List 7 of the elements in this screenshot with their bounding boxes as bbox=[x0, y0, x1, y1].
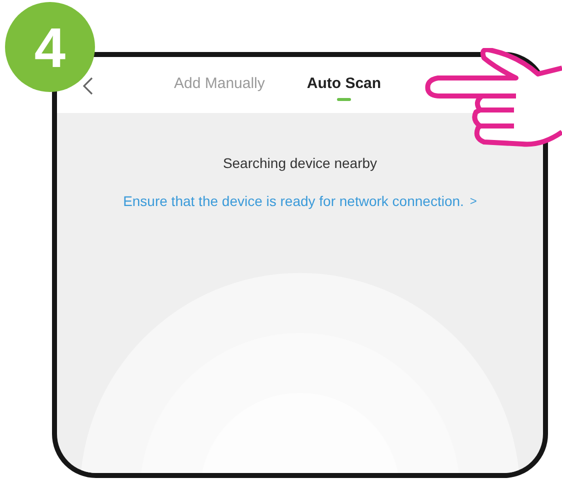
status-text: Searching device nearby bbox=[222, 155, 378, 171]
step-badge: 4 bbox=[5, 2, 95, 92]
hint-link[interactable]: Ensure that the device is ready for network connection. bbox=[123, 193, 464, 209]
tab[interactable]: Auto Scan bbox=[306, 68, 382, 102]
hint-arrow[interactable]: > bbox=[470, 194, 477, 208]
tab[interactable]: Add Manually bbox=[174, 68, 265, 102]
back-icon[interactable] bbox=[83, 77, 93, 95]
